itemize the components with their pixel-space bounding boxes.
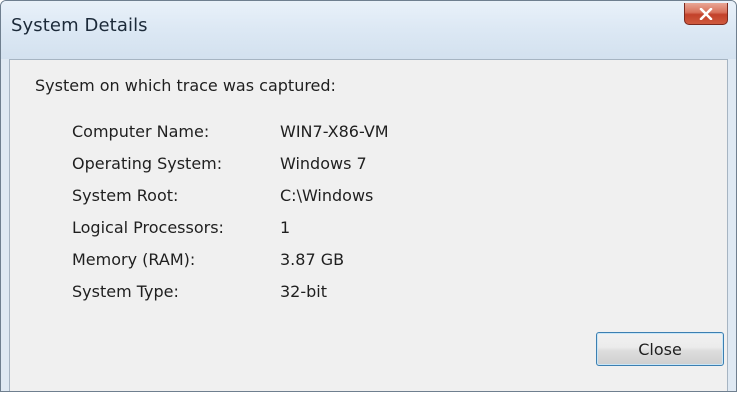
detail-label: Logical Processors: (72, 218, 224, 237)
close-icon (699, 7, 713, 20)
detail-label: Memory (RAM): (72, 250, 196, 269)
title-bar[interactable]: System Details (1, 1, 736, 59)
close-button[interactable]: Close (596, 332, 724, 366)
system-details-window: System Details System on which trace was… (0, 0, 737, 392)
detail-value: 32-bit (280, 282, 328, 301)
window-title: System Details (11, 15, 148, 36)
detail-label: Computer Name: (72, 122, 210, 141)
detail-value: 1 (280, 218, 291, 237)
detail-value: Windows 7 (280, 154, 367, 173)
detail-value: 3.87 GB (280, 250, 345, 269)
window-close-button[interactable] (684, 3, 728, 25)
detail-label: Operating System: (72, 154, 223, 173)
detail-label: System Root: (72, 186, 179, 205)
detail-value: WIN7-X86-VM (280, 122, 389, 141)
intro-text: System on which trace was captured: (35, 76, 336, 95)
dialog-body: System on which trace was captured: Comp… (9, 59, 728, 391)
detail-label: System Type: (72, 282, 179, 301)
detail-value: C:\Windows (280, 186, 374, 205)
